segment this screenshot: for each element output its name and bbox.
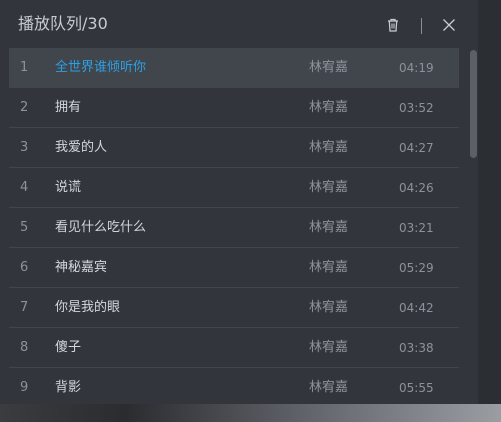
- track-index: 9: [20, 380, 29, 395]
- close-button[interactable]: [441, 17, 457, 33]
- track-artist[interactable]: 林宥嘉: [309, 88, 348, 128]
- track-artist[interactable]: 林宥嘉: [309, 168, 348, 208]
- track-artist[interactable]: 林宥嘉: [309, 128, 348, 168]
- scrollbar-thumb[interactable]: [470, 50, 477, 158]
- clear-queue-button[interactable]: [385, 17, 401, 33]
- track-index: 3: [20, 140, 29, 155]
- track-duration: 05:29: [399, 261, 434, 275]
- track-index: 4: [20, 180, 29, 195]
- queue-title: 播放队列/30: [18, 13, 108, 35]
- track-title: 看见什么吃什么: [55, 220, 147, 235]
- header-divider: [421, 18, 422, 34]
- track-duration: 04:42: [399, 301, 434, 315]
- track-artist[interactable]: 林宥嘉: [309, 48, 348, 88]
- track-title: 神秘嘉宾: [55, 260, 108, 275]
- track-artist[interactable]: 林宥嘉: [309, 368, 348, 404]
- track-duration: 05:55: [399, 381, 434, 395]
- track-index: 8: [20, 340, 29, 355]
- track-title: 全世界谁倾听你: [55, 60, 147, 75]
- track-artist[interactable]: 林宥嘉: [309, 248, 348, 288]
- track-title: 你是我的眼: [55, 300, 121, 315]
- track-duration: 04:27: [399, 141, 434, 155]
- queue-list: 1 全世界谁倾听你 林宥嘉 04:19 2 拥有 林宥嘉 03:52 3 我爱的…: [9, 48, 459, 404]
- track-duration: 03:52: [399, 101, 434, 115]
- queue-row[interactable]: 5 看见什么吃什么 林宥嘉 03:21: [9, 208, 459, 248]
- track-index: 2: [20, 100, 29, 115]
- track-artist[interactable]: 林宥嘉: [309, 208, 348, 248]
- queue-row[interactable]: 6 神秘嘉宾 林宥嘉 05:29: [9, 248, 459, 288]
- track-index: 5: [20, 220, 29, 235]
- queue-row[interactable]: 8 傻子 林宥嘉 03:38: [9, 328, 459, 368]
- track-duration: 03:21: [399, 221, 434, 235]
- track-index: 6: [20, 260, 29, 275]
- track-title: 傻子: [55, 340, 82, 355]
- queue-count: 30: [87, 14, 108, 33]
- queue-row[interactable]: 9 背影 林宥嘉 05:55: [9, 368, 459, 404]
- trash-icon: [388, 18, 398, 32]
- track-duration: 04:26: [399, 181, 434, 195]
- track-title: 我爱的人: [55, 140, 108, 155]
- queue-title-label: 播放队列: [18, 14, 83, 33]
- queue-row[interactable]: 4 说谎 林宥嘉 04:26: [9, 168, 459, 208]
- queue-row[interactable]: 2 拥有 林宥嘉 03:52: [9, 88, 459, 128]
- play-queue-panel: 播放队列/30 1 全世界谁倾听你 林宥嘉 04:19 2 拥有 林宥嘉 03:…: [0, 0, 478, 404]
- track-title: 背影: [55, 380, 82, 395]
- track-title: 拥有: [55, 100, 82, 115]
- track-duration: 04:19: [399, 61, 434, 75]
- track-title: 说谎: [55, 180, 82, 195]
- track-index: 7: [20, 300, 29, 315]
- track-artist[interactable]: 林宥嘉: [309, 328, 348, 368]
- background-strip: [0, 404, 501, 422]
- queue-header: 播放队列/30: [0, 0, 478, 48]
- queue-row[interactable]: 3 我爱的人 林宥嘉 04:27: [9, 128, 459, 168]
- queue-scrollbar[interactable]: [470, 50, 478, 404]
- track-artist[interactable]: 林宥嘉: [309, 288, 348, 328]
- queue-row[interactable]: 7 你是我的眼 林宥嘉 04:42: [9, 288, 459, 328]
- close-icon: [443, 19, 455, 31]
- track-duration: 03:38: [399, 341, 434, 355]
- track-index: 1: [20, 60, 29, 75]
- queue-row[interactable]: 1 全世界谁倾听你 林宥嘉 04:19: [9, 48, 459, 88]
